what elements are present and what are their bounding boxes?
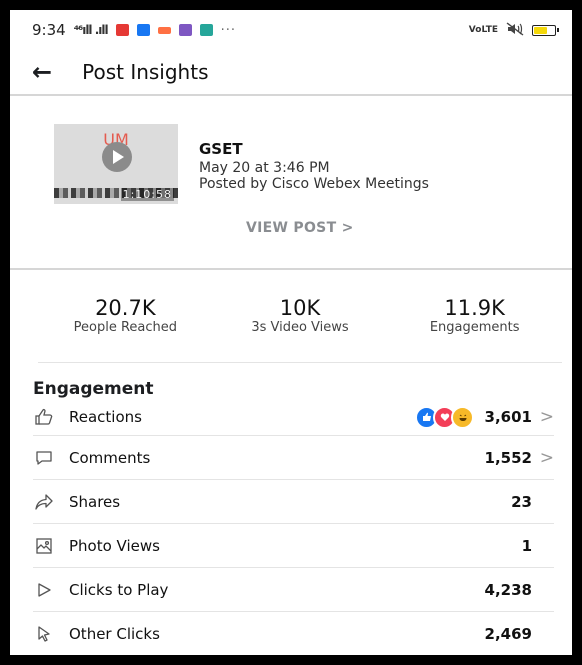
facebook-notification-icon [136,24,150,36]
post-card: UM 1:10:58 GSET May 20 at 3:46 PM Posted… [10,96,572,270]
engagement-label: Clicks to Play [69,580,169,599]
app-notification-icon [115,24,129,36]
comment-icon [33,447,55,469]
engagement-value: 23 [511,492,532,511]
engagement-value: 2,469 [484,624,532,643]
metric-value: 10K [279,296,321,320]
status-time: 9:34 [32,21,66,39]
metric-engagements: 11.9K Engagements [387,296,562,362]
top-app-bar: ← Post Insights [10,50,572,96]
cursor-icon [33,623,55,645]
metrics-summary: 20.7K People Reached 10K 3s Video Views … [38,270,562,363]
metric-value: 20.7K [95,296,156,320]
engagement-row-other-clicks: Other Clicks 2,469 > [33,612,554,655]
engagement-row-reactions[interactable]: Reactions 3,601 > [33,399,554,436]
haha-reaction-icon [451,405,474,429]
mute-icon [506,21,524,39]
chevron-right-icon[interactable]: > [532,407,554,427]
back-arrow-icon[interactable]: ← [32,60,52,84]
metric-video-views: 10K 3s Video Views [213,296,388,362]
app-notification-icon [199,24,213,36]
play-outline-icon [33,579,55,601]
metric-label: Engagements [429,320,520,335]
reaction-icons [415,405,474,429]
engagement-label: Comments [69,448,151,467]
post-author: Posted by Cisco Webex Meetings [199,176,429,192]
app-notification-icon [157,26,171,34]
thumbs-up-icon [33,406,55,428]
engagement-label: Reactions [69,408,142,426]
volte-icon: VoLTE [468,24,498,35]
status-bar: 9:34 ⁴⁶ıll .ıll ··· VoLTE [10,10,572,50]
engagement-row-comments[interactable]: Comments 1,552 > [33,436,554,480]
metric-people-reached: 20.7K People Reached [38,296,213,362]
app-notification-icon [178,24,192,36]
page-title: Post Insights [82,60,209,84]
video-thumbnail[interactable]: UM 1:10:58 [54,124,178,204]
engagement-heading: Engagement [33,379,154,399]
phone-screen: 9:34 ⁴⁶ıll .ıll ··· VoLTE ← Post Insight… [10,10,572,655]
engagement-value: 1,552 [484,448,532,467]
post-info: GSET May 20 at 3:46 PM Posted by Cisco W… [199,140,429,192]
engagement-row-shares: Shares 23 > [33,480,554,524]
engagement-label: Shares [69,492,121,511]
engagement-label: Other Clicks [69,624,160,643]
post-title: GSET [199,140,243,158]
status-right: VoLTE [468,21,559,39]
engagement-row-photo-views: Photo Views 1 > [33,524,554,568]
photo-icon [33,535,55,557]
engagement-value: 1 [521,536,532,555]
engagement-label: Photo Views [69,536,160,555]
share-icon [33,491,55,513]
chevron-right-icon[interactable]: > [532,448,554,468]
battery-icon [532,24,559,36]
engagement-value: 4,238 [484,580,532,599]
status-left: 9:34 ⁴⁶ıll .ıll ··· [32,21,236,39]
engagement-row-clicks-to-play: Clicks to Play 4,238 > [33,568,554,612]
metric-label: People Reached [73,320,178,335]
more-notifications-icon: ··· [220,22,237,38]
engagement-value: 3,601 [484,408,532,426]
battery-level [534,26,548,34]
view-post-button[interactable]: VIEW POST > [246,220,354,236]
metric-label: 3s Video Views [251,320,349,335]
post-date: May 20 at 3:46 PM [199,160,330,176]
metric-value: 11.9K [444,296,505,320]
signal-icon: ⁴⁶ıll .ıll [73,23,109,37]
engagement-list: Reactions 3,601 > Comments 1,552 > Share… [33,399,554,655]
video-duration: 1:10:58 [120,188,174,201]
play-icon[interactable] [102,142,132,172]
